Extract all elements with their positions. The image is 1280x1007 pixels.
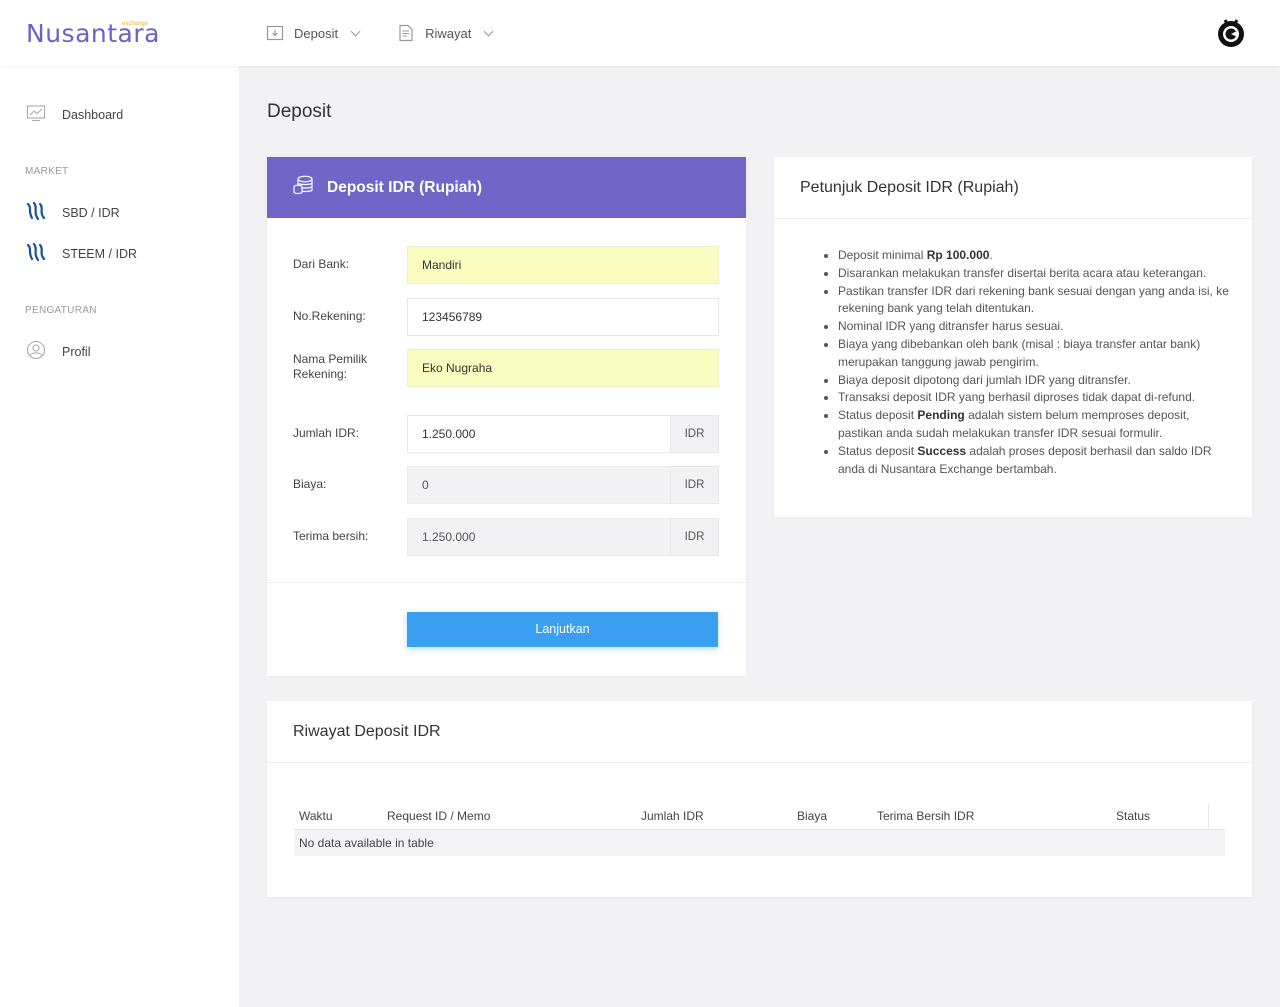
chevron-down-icon <box>483 26 494 36</box>
guide-item: Status deposit Success adalah proses dep… <box>838 443 1234 479</box>
steem-icon <box>26 242 46 264</box>
net-label: Terima bersih: <box>293 529 369 543</box>
topnav-riwayat[interactable]: Riwayat <box>397 22 494 44</box>
column-header-biaya[interactable]: Biaya <box>797 809 827 823</box>
account-name-input[interactable]: Eko Nugraha <box>407 349 719 387</box>
column-header-request-id[interactable]: Request ID / Memo <box>387 809 490 823</box>
deposit-form-header: Deposit IDR (Rupiah) <box>267 157 746 218</box>
form-row-amount: Jumlah IDR: 1.250.000 IDR <box>293 415 719 453</box>
guide-title: Petunjuk Deposit IDR (Rupiah) <box>774 157 1252 219</box>
top-nav: Deposit Riwayat <box>266 22 494 44</box>
sidebar-item-label: Profil <box>62 344 91 359</box>
form-row-account-no: No.Rekening: 123456789 <box>293 298 719 336</box>
column-header-terima-bersih[interactable]: Terima Bersih IDR <box>877 809 974 823</box>
currency-addon: IDR <box>670 466 719 504</box>
form-row-account-name: Nama Pemilik Rekening: Eko Nugraha <box>293 349 719 387</box>
net-input: 1.250.000 <box>407 518 671 556</box>
sidebar-item-dashboard[interactable]: Dashboard <box>26 104 123 125</box>
account-name-label-line1: Nama Pemilik <box>293 352 368 366</box>
amount-label: Jumlah IDR: <box>293 426 360 440</box>
brand-logo[interactable]: Nusantara exchange <box>26 18 159 50</box>
bank-select[interactable]: Mandiri <box>407 246 719 284</box>
brand-tag: exchange <box>122 21 149 27</box>
profile-icon <box>26 340 46 363</box>
steem-icon <box>26 201 46 223</box>
amount-input[interactable]: 1.250.000 <box>407 415 671 453</box>
sidebar-section-market: MARKET <box>25 166 69 177</box>
topnav-deposit[interactable]: Deposit <box>266 22 361 44</box>
account-no-label: No.Rekening: <box>293 309 366 323</box>
guide-item: Nominal IDR yang ditransfer harus sesuai… <box>838 318 1234 336</box>
header-edge <box>1208 804 1209 830</box>
form-row-bank: Dari Bank: Mandiri <box>293 246 719 284</box>
deposit-form-title: Deposit IDR (Rupiah) <box>327 178 482 196</box>
table-row-empty: No data available in table <box>294 830 1225 856</box>
guide-card: Petunjuk Deposit IDR (Rupiah) Deposit mi… <box>774 157 1252 517</box>
guide-item: Disarankan melakukan transfer disertai b… <box>838 265 1234 283</box>
sidebar: Dashboard MARKET SBD / IDR STEEM / IDR P… <box>0 66 239 1007</box>
history-table: Waktu Request ID / Memo Jumlah IDR Biaya… <box>294 804 1225 856</box>
sidebar-section-settings: PENGATURAN <box>25 305 97 316</box>
guide-item: Pastikan transfer IDR dari rekening bank… <box>838 283 1234 319</box>
history-icon <box>397 24 415 42</box>
guide-item: Status deposit Pending adalah sistem bel… <box>838 407 1234 443</box>
table-header: Waktu Request ID / Memo Jumlah IDR Biaya… <box>294 804 1225 830</box>
guide-item: Biaya yang dibebankan oleh bank (misal :… <box>838 336 1234 372</box>
account-no-input[interactable]: 123456789 <box>407 298 719 336</box>
column-header-jumlah[interactable]: Jumlah IDR <box>641 809 704 823</box>
guide-item: Deposit minimal Rp 100.000. <box>838 247 1234 265</box>
currency-addon: IDR <box>670 518 719 556</box>
account-name-label: Nama Pemilik Rekening: <box>293 352 393 382</box>
currency-addon: IDR <box>670 415 719 453</box>
guide-list: Deposit minimal Rp 100.000. Disarankan m… <box>838 247 1234 478</box>
sidebar-item-label: Dashboard <box>62 107 124 122</box>
sidebar-item-profile[interactable]: Profil <box>26 340 90 363</box>
fee-input: 0 <box>407 466 671 504</box>
continue-button[interactable]: Lanjutkan <box>407 612 718 647</box>
deposit-form-card: Deposit IDR (Rupiah) Dari Bank: Mandiri … <box>267 157 746 676</box>
top-header: Nusantara exchange Deposit Riwayat <box>0 0 1280 66</box>
form-row-fee: Biaya: 0 IDR <box>293 466 719 504</box>
guide-item: Transaksi deposit IDR yang berhasil dipr… <box>838 389 1234 407</box>
coins-icon <box>293 174 315 201</box>
form-row-net: Terima bersih: 1.250.000 IDR <box>293 518 719 556</box>
sidebar-item-label: SBD / IDR <box>62 205 120 220</box>
column-header-waktu[interactable]: Waktu <box>299 809 333 823</box>
column-header-status[interactable]: Status <box>1116 809 1150 823</box>
account-name-label-line2: Rekening: <box>293 367 348 381</box>
page-title: Deposit <box>267 101 332 122</box>
topnav-riwayat-label: Riwayat <box>425 25 472 41</box>
guide-item: Biaya deposit dipotong dari jumlah IDR y… <box>838 372 1234 390</box>
chart-icon <box>26 104 46 125</box>
chevron-down-icon <box>350 26 361 36</box>
history-title: Riwayat Deposit IDR <box>267 701 1252 763</box>
bank-label: Dari Bank: <box>293 257 350 271</box>
sidebar-item-label: STEEM / IDR <box>62 246 138 261</box>
user-avatar[interactable] <box>1214 15 1248 49</box>
sidebar-item-sbd-idr[interactable]: SBD / IDR <box>26 201 120 223</box>
deposit-icon <box>266 24 284 42</box>
history-card: Riwayat Deposit IDR Waktu Request ID / M… <box>267 701 1252 897</box>
topnav-deposit-label: Deposit <box>294 25 339 41</box>
form-divider <box>267 582 746 583</box>
sidebar-item-steem-idr[interactable]: STEEM / IDR <box>26 242 138 264</box>
fee-label: Biaya: <box>293 477 327 491</box>
